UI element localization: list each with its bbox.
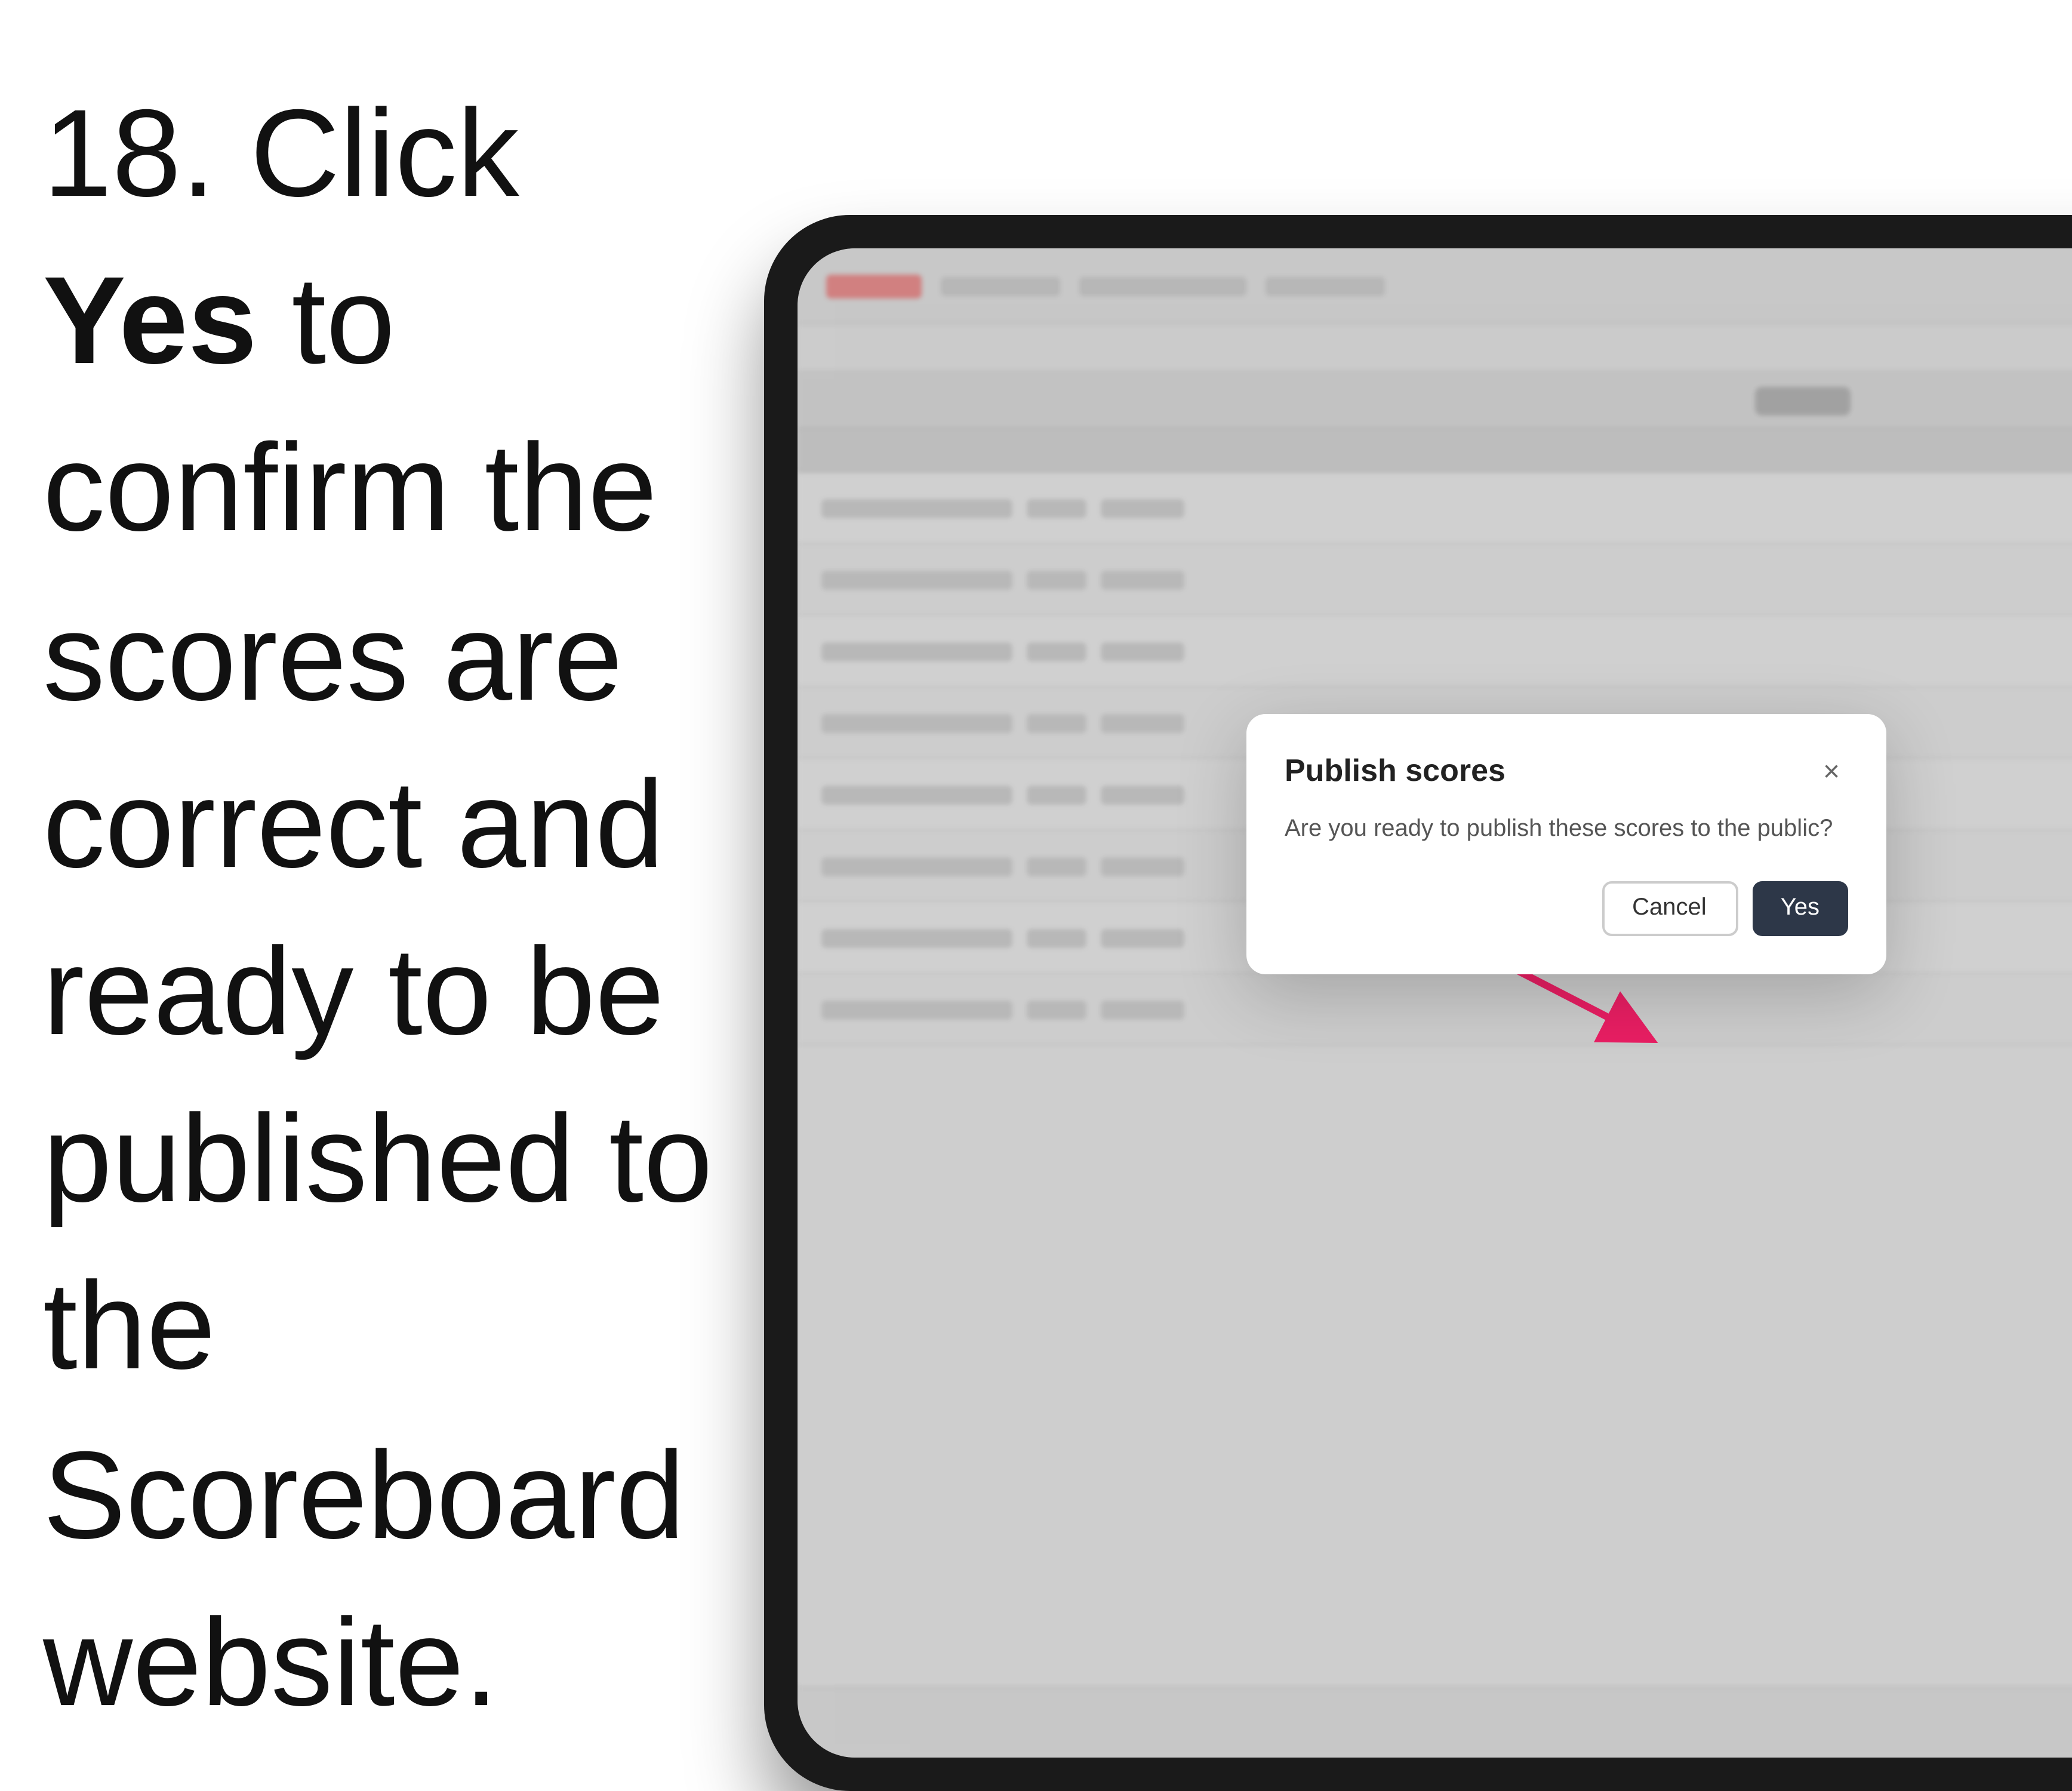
dialog-actions: Cancel Yes — [1285, 881, 1848, 936]
tablet-screen: Publish scores × Are you ready to publis… — [798, 248, 2072, 1758]
dialog-header: Publish scores × — [1285, 752, 1848, 788]
modal-overlay — [798, 248, 2072, 1758]
tablet: Publish scores × Are you ready to publis… — [764, 215, 2072, 1791]
instruction-text: 18. Click Yes to confirm the scores are … — [43, 72, 735, 1748]
dialog-title: Publish scores — [1285, 752, 1505, 788]
dialog-close-button[interactable]: × — [1815, 753, 1848, 787]
cancel-button[interactable]: Cancel — [1601, 881, 1738, 936]
yes-button[interactable]: Yes — [1752, 881, 1848, 936]
dialog-body-text: Are you ready to publish these scores to… — [1285, 812, 1848, 848]
publish-scores-dialog: Publish scores × Are you ready to publis… — [1246, 714, 1886, 974]
